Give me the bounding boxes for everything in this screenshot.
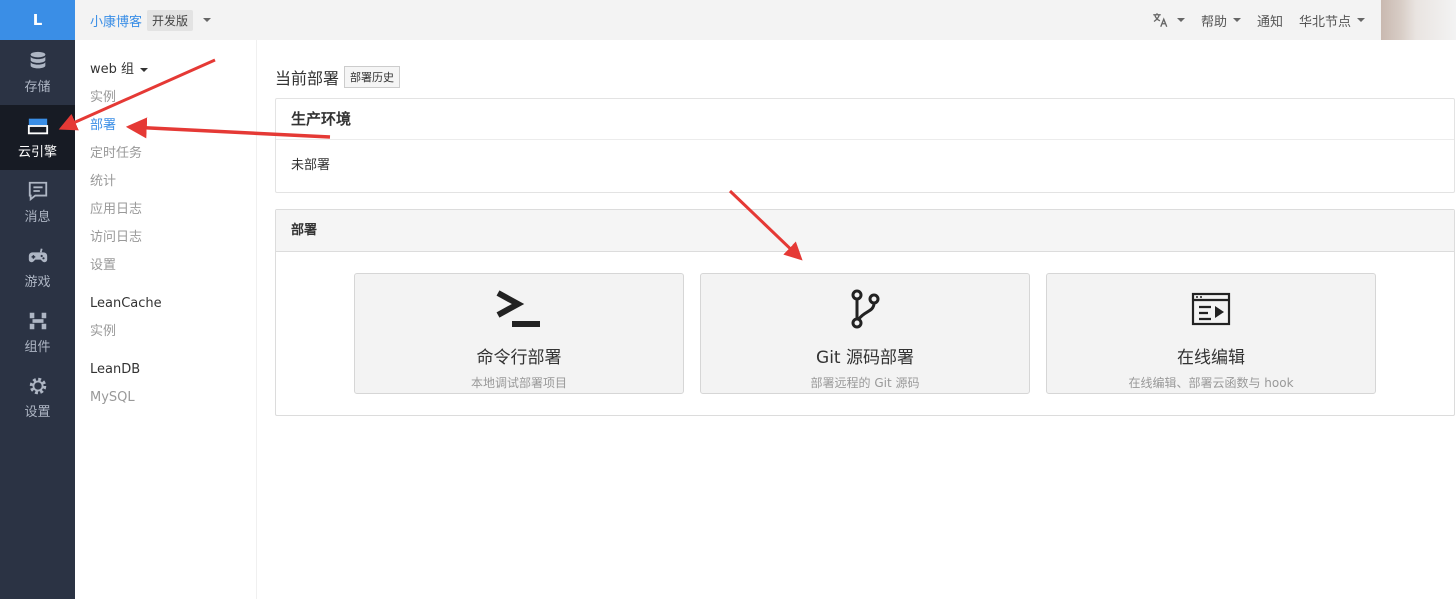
database-icon [30, 51, 45, 69]
help-label: 帮助 [1200, 14, 1227, 30]
rail-item-storage[interactable]: 存储 [0, 40, 75, 105]
region-label: 华北节点 [1298, 14, 1351, 30]
app-name-link[interactable]: 小康博客 [90, 11, 142, 30]
terminal-icon [496, 288, 542, 330]
chevron-down-icon [1176, 18, 1185, 22]
main-content: 当前部署 部署历史 生产环境 未部署 部署 命令行部署 本地调试部署项目 Git… [275, 40, 1456, 416]
deploy-history-button[interactable]: 部署历史 [344, 66, 401, 88]
leancache-group: LeanCache 实例 [75, 290, 256, 346]
deploy-options: 命令行部署 本地调试部署项目 Git 源码部署 部署远程的 Git 源码 在线编… [276, 252, 1454, 415]
nav-link-deploy[interactable]: 部署 [90, 112, 256, 140]
left-rail: L 存储 云引擎 消息 游戏 组件 设置 [0, 0, 75, 599]
nav-link-app-logs[interactable]: 应用日志 [90, 196, 256, 224]
deploy-panel: 部署 命令行部署 本地调试部署项目 Git 源码部署 部署远程的 Git 源码 [275, 209, 1455, 416]
web-group: web 组 实例 部署 定时任务 统计 应用日志 访问日志 设置 [75, 56, 256, 280]
gear-icon [29, 377, 46, 395]
page-title: 当前部署 [275, 69, 340, 88]
nav-link-mysql[interactable]: MySQL [90, 384, 256, 412]
language-menu[interactable] [1151, 11, 1185, 29]
notify-link[interactable]: 通知 [1257, 11, 1283, 30]
nav-link-stats[interactable]: 统计 [90, 168, 256, 196]
region-menu[interactable]: 华北节点 [1299, 11, 1365, 30]
card-title: 在线编辑 [1177, 348, 1245, 368]
app-logo[interactable]: L [0, 0, 75, 40]
rail-label: 消息 [24, 210, 51, 225]
cloud-engine-icon [27, 118, 48, 135]
notify-label: 通知 [1256, 14, 1283, 30]
rail-label: 游戏 [24, 275, 51, 290]
secondary-nav: web 组 实例 部署 定时任务 统计 应用日志 访问日志 设置 LeanCac… [75, 40, 257, 599]
help-menu[interactable]: 帮助 [1201, 11, 1241, 30]
cli-deploy-card[interactable]: 命令行部署 本地调试部署项目 [354, 273, 684, 394]
gamepad-icon [28, 248, 47, 263]
edition-badge: 开发版 [147, 9, 194, 31]
current-deploy-header: 当前部署 部署历史 [275, 66, 1456, 88]
leancache-header: LeanCache [90, 296, 162, 311]
message-icon [28, 181, 47, 202]
nav-link-access-logs[interactable]: 访问日志 [90, 224, 256, 252]
component-icon [29, 312, 46, 330]
card-desc: 在线编辑、部署云函数与 hook [1128, 376, 1294, 390]
rail-item-component[interactable]: 组件 [0, 300, 75, 365]
web-group-label: web 组 [90, 62, 135, 77]
rail-label: 存储 [24, 80, 51, 95]
production-env-panel: 生产环境 未部署 [275, 98, 1455, 193]
online-edit-card[interactable]: 在线编辑 在线编辑、部署云函数与 hook [1046, 273, 1376, 394]
nav-link-cron[interactable]: 定时任务 [90, 140, 256, 168]
nav-link-leancache-instances[interactable]: 实例 [90, 318, 256, 346]
top-bar: 小康博客 开发版 帮助 通知 华北节点 [75, 0, 1456, 40]
chevron-down-icon [1357, 18, 1365, 22]
rail-item-cloud-engine[interactable]: 云引擎 [0, 105, 75, 170]
rail-label: 云引擎 [17, 145, 57, 160]
deploy-panel-title: 部署 [276, 210, 1454, 252]
web-group-header[interactable]: web 组 [90, 56, 256, 84]
nav-link-instances[interactable]: 实例 [90, 84, 256, 112]
chevron-down-icon [140, 67, 149, 72]
card-title: Git 源码部署 [816, 348, 914, 368]
rail-label: 设置 [24, 405, 51, 420]
env-status: 未部署 [291, 158, 331, 173]
card-desc: 部署远程的 Git 源码 [810, 376, 920, 390]
nav-link-settings[interactable]: 设置 [90, 252, 256, 280]
leandb-group: LeanDB MySQL [75, 356, 256, 412]
chevron-down-icon [1232, 18, 1241, 22]
card-desc: 本地调试部署项目 [470, 376, 567, 390]
git-deploy-card[interactable]: Git 源码部署 部署远程的 Git 源码 [700, 273, 1030, 394]
rail-item-game[interactable]: 游戏 [0, 235, 75, 300]
top-right-menu: 帮助 通知 华北节点 [1151, 0, 1456, 40]
app-switch-caret-icon[interactable] [203, 18, 212, 22]
env-title: 生产环境 [276, 99, 1454, 140]
rail-item-settings[interactable]: 设置 [0, 365, 75, 430]
rail-item-message[interactable]: 消息 [0, 170, 75, 235]
leandb-header: LeanDB [90, 362, 141, 377]
translate-icon [1153, 13, 1168, 28]
rail-label: 组件 [24, 340, 51, 355]
avatar[interactable] [1381, 0, 1456, 40]
git-branch-icon [849, 288, 881, 330]
online-editor-icon [1191, 288, 1231, 330]
card-title: 命令行部署 [476, 348, 562, 368]
